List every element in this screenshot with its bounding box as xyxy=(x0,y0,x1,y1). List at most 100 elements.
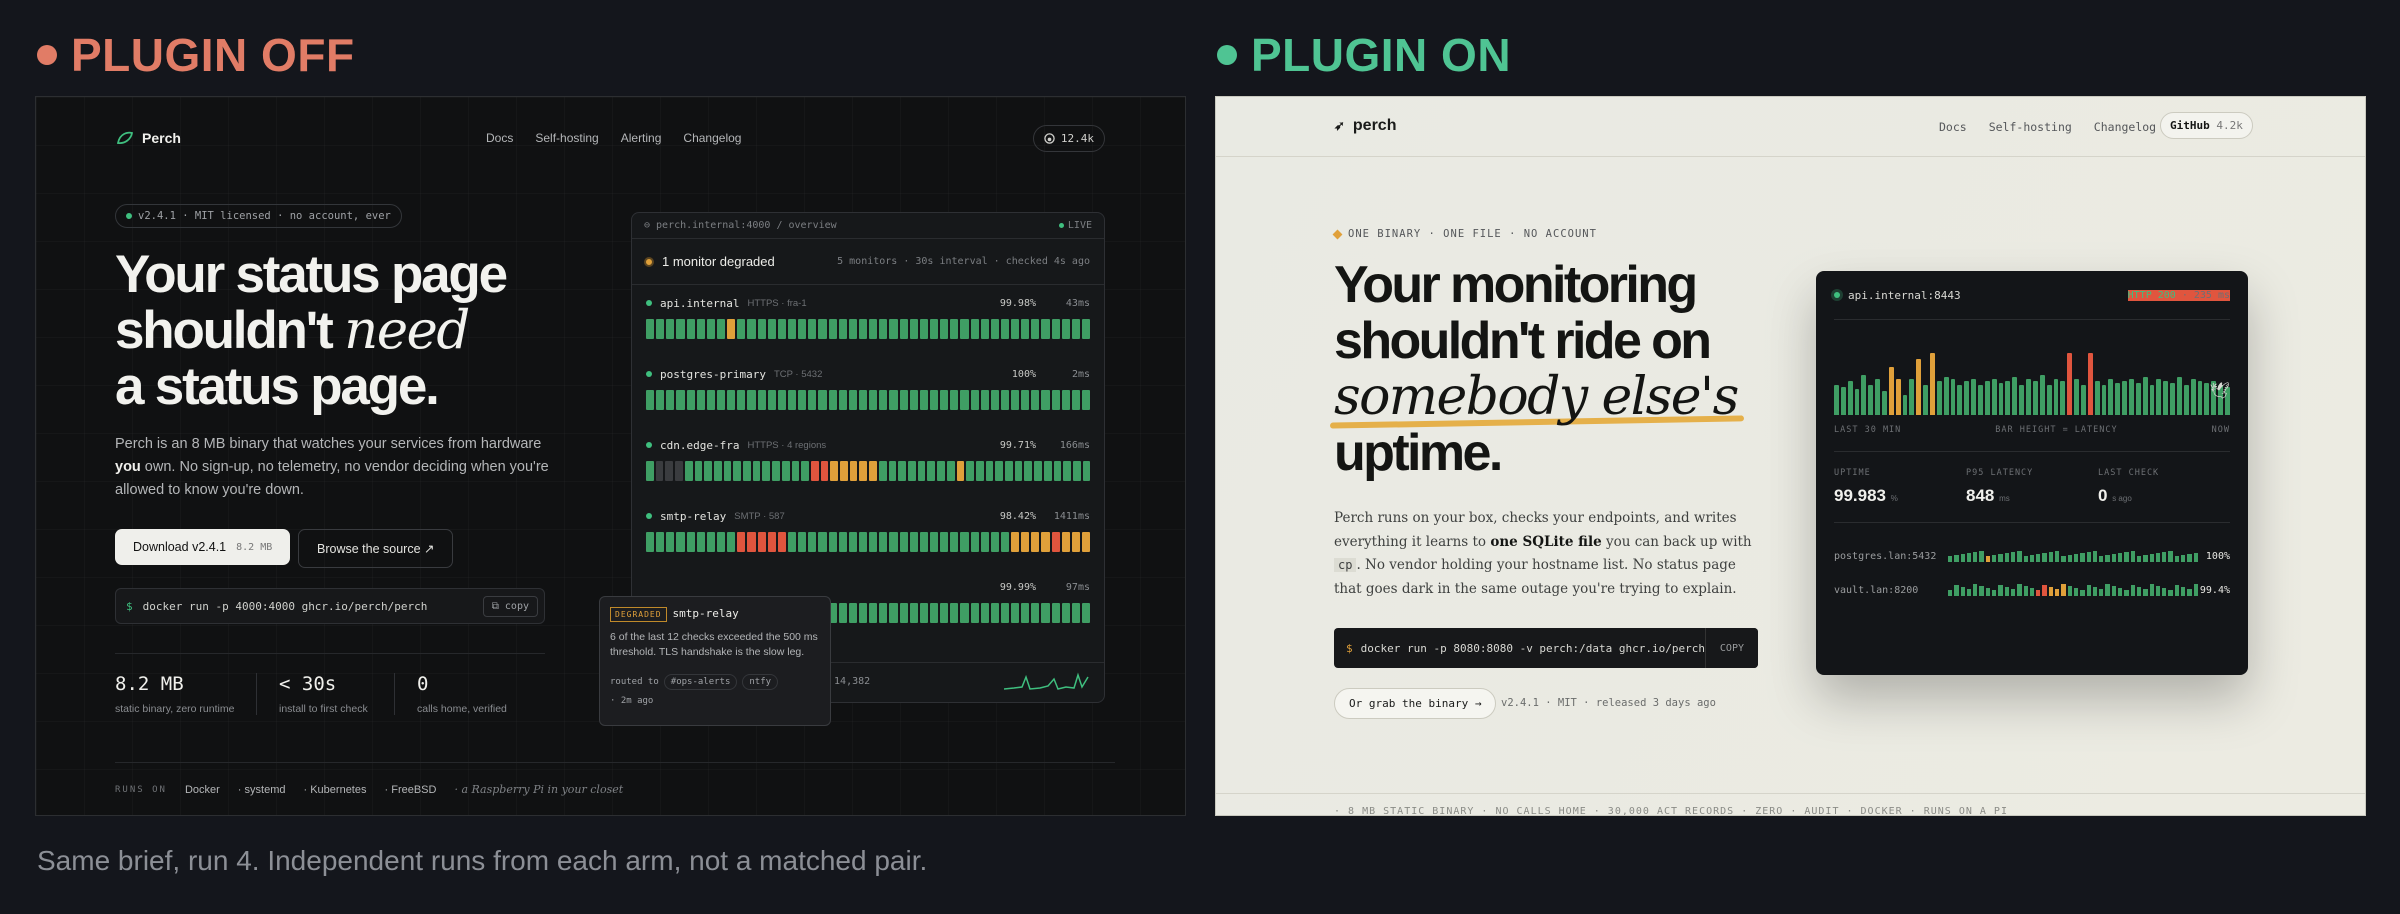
uptime-bar xyxy=(676,532,685,552)
copy-button[interactable]: COPY xyxy=(1704,628,1758,668)
monitor-list: api.internal HTTPS · fra-1 99.98% 43ms postg… xyxy=(632,285,1104,640)
uptime-bar xyxy=(1061,603,1070,623)
route-ops-alerts[interactable]: #ops-alerts xyxy=(663,674,738,690)
uptime-bars xyxy=(646,461,1091,481)
service-bar xyxy=(1992,555,1997,562)
prompt-icon: $ xyxy=(1346,641,1353,655)
latency-bar xyxy=(2108,379,2114,415)
desc-part: Perch is an 8 MB binary that watches you… xyxy=(115,436,542,452)
monitor-row[interactable]: postgres-primary TCP · 5432 100% 2ms xyxy=(632,356,1104,427)
monitor-uptime: 99.99% xyxy=(999,581,1036,593)
nav-alerting[interactable]: Alerting xyxy=(621,131,662,145)
latency-bar xyxy=(2087,353,2093,415)
service-bar xyxy=(2118,588,2123,596)
service-bar xyxy=(1985,556,1991,562)
download-button[interactable]: Download v2.4.1 8.2 MB xyxy=(115,529,291,565)
route-ntfy[interactable]: ntfy xyxy=(742,674,779,690)
monitor-latency: 97ms xyxy=(1065,581,1090,593)
service-bar xyxy=(2111,586,2117,596)
uptime-bar xyxy=(919,319,928,339)
nav-links: Docs Self-hosting Alerting Changelog xyxy=(486,131,741,145)
uptime-bar xyxy=(737,319,746,339)
status-summary: 1 monitor degraded xyxy=(662,254,775,269)
uptime-bar xyxy=(828,390,837,410)
lock-icon: ⊖ xyxy=(644,220,651,231)
brand-logo[interactable]: ➶ perch xyxy=(1334,117,1396,135)
github-stars-button[interactable]: 12.4k xyxy=(1032,124,1105,152)
nav-changelog[interactable]: Changelog xyxy=(683,131,741,145)
stat-value: 0 xyxy=(417,673,429,695)
uptime-bar xyxy=(889,319,898,339)
latency-bar xyxy=(2032,381,2038,415)
browse-source-button[interactable]: Browse the source ↗ xyxy=(298,529,454,568)
uptime-bar xyxy=(1031,319,1040,339)
tooltip-time: · 2m ago xyxy=(610,696,654,706)
service-bar xyxy=(2036,554,2041,562)
uptime-bar xyxy=(686,390,695,410)
monitor-header: cdn.edge-fra HTTPS · 4 regions 99.71% 166ms xyxy=(646,437,1090,453)
uptime-bar xyxy=(966,461,974,481)
axis-start: LAST 30 MIN xyxy=(1834,425,1902,435)
copy-label: copy xyxy=(504,600,529,612)
uptime-bar xyxy=(1041,390,1050,410)
uptime-bar xyxy=(1000,532,1010,552)
plugin-off-panel: Perch Docs Self-hosting Alerting Changel… xyxy=(35,96,1186,816)
monitor-row[interactable]: smtp-relay SMTP · 587 98.42% 1411ms xyxy=(632,498,1104,569)
uptime-bar xyxy=(909,390,918,410)
nav-self-hosting[interactable]: Self-hosting xyxy=(1989,120,2072,134)
uptime-bar xyxy=(666,319,675,339)
uptime-bars xyxy=(646,390,1091,410)
nav-links: Docs Self-hosting Changelog xyxy=(1939,120,2156,134)
copy-button[interactable]: ⧉ copy xyxy=(482,595,538,617)
heading-line-1: Your status page xyxy=(115,245,508,304)
service-bar xyxy=(1954,585,1959,596)
latency-bar xyxy=(2142,377,2148,415)
nav-changelog[interactable]: Changelog xyxy=(2094,120,2156,134)
nav-self-hosting[interactable]: Self-hosting xyxy=(535,131,598,145)
uptime-bar xyxy=(694,461,703,481)
status-dot-icon xyxy=(1834,292,1840,298)
latency-bar xyxy=(2094,381,2100,415)
uptime-bar xyxy=(727,532,736,552)
uptime-bar xyxy=(838,603,847,623)
service-bar xyxy=(1960,587,1965,596)
monitor-row[interactable]: api.internal HTTPS · fra-1 99.98% 43ms xyxy=(632,285,1104,356)
uptime-bar xyxy=(950,532,959,552)
service-bar xyxy=(2118,553,2123,562)
monitor-row[interactable]: cdn.edge-fra HTTPS · 4 regions 99.71% 166ms xyxy=(632,427,1104,498)
github-stars-button[interactable]: GitHub 4.2k xyxy=(2160,112,2253,139)
grab-binary-button[interactable]: Or grab the binary → xyxy=(1334,688,1497,719)
monitor-name: cdn.edge-fra xyxy=(660,438,740,452)
latency-bars xyxy=(1834,340,2230,415)
uptime-bar xyxy=(666,532,675,552)
service-bar xyxy=(2149,584,2154,596)
service-bar xyxy=(2136,556,2142,562)
service-bar xyxy=(2092,587,2098,596)
stat-value: 8.2 MB xyxy=(115,673,184,695)
uptime-bar xyxy=(840,461,848,481)
latency-bar xyxy=(1916,359,1922,415)
uptime-bar xyxy=(1011,532,1020,552)
service-bar xyxy=(2143,589,2148,596)
service-bars xyxy=(1948,550,2198,562)
kpi-p95: P95 LATENCY 848 ms xyxy=(1966,468,2098,506)
service-bar xyxy=(2017,584,2022,596)
latency-bar xyxy=(2039,375,2045,415)
uptime-bar xyxy=(858,319,868,339)
uptime-bar xyxy=(723,461,732,481)
uptime-bar xyxy=(927,461,936,481)
brand-logo[interactable]: Perch xyxy=(116,130,181,146)
latency-bar xyxy=(1984,381,1990,415)
eyebrow-text: ONE BINARY · ONE FILE · NO ACCOUNT xyxy=(1348,228,1597,240)
uptime-bar xyxy=(919,532,928,552)
latency-bar xyxy=(2067,353,2073,415)
nav-docs[interactable]: Docs xyxy=(486,131,513,145)
nav-docs[interactable]: Docs xyxy=(1939,120,1967,134)
service-bar xyxy=(1973,552,1978,562)
service-bar xyxy=(2162,588,2167,596)
install-command: $ docker run -p 8080:8080 -v perch:/data … xyxy=(1334,628,1758,668)
uptime-bar xyxy=(858,532,868,552)
service-bar xyxy=(2061,584,2066,596)
uptime-bar xyxy=(752,461,761,481)
uptime-bar xyxy=(727,390,736,410)
